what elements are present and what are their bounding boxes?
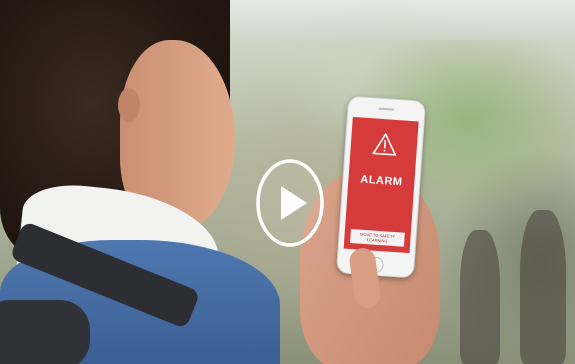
background-awning <box>200 0 575 40</box>
alarm-label: ALARM <box>359 173 403 189</box>
backpack <box>0 300 90 364</box>
phone-screen: ALARM MOVE TO SAFETY LEARNING <box>343 116 419 254</box>
background-person <box>460 230 500 364</box>
smartphone: ALARM MOVE TO SAFETY LEARNING <box>335 95 427 279</box>
alarm-action-button: MOVE TO SAFETY LEARNING <box>350 229 405 247</box>
background-person <box>520 210 566 364</box>
warning-triangle-icon <box>372 132 397 156</box>
phone-speaker <box>378 107 395 111</box>
play-icon[interactable] <box>255 158 325 248</box>
video-thumbnail[interactable]: ALARM MOVE TO SAFETY LEARNING <box>0 0 575 364</box>
girl-ear <box>118 88 140 122</box>
